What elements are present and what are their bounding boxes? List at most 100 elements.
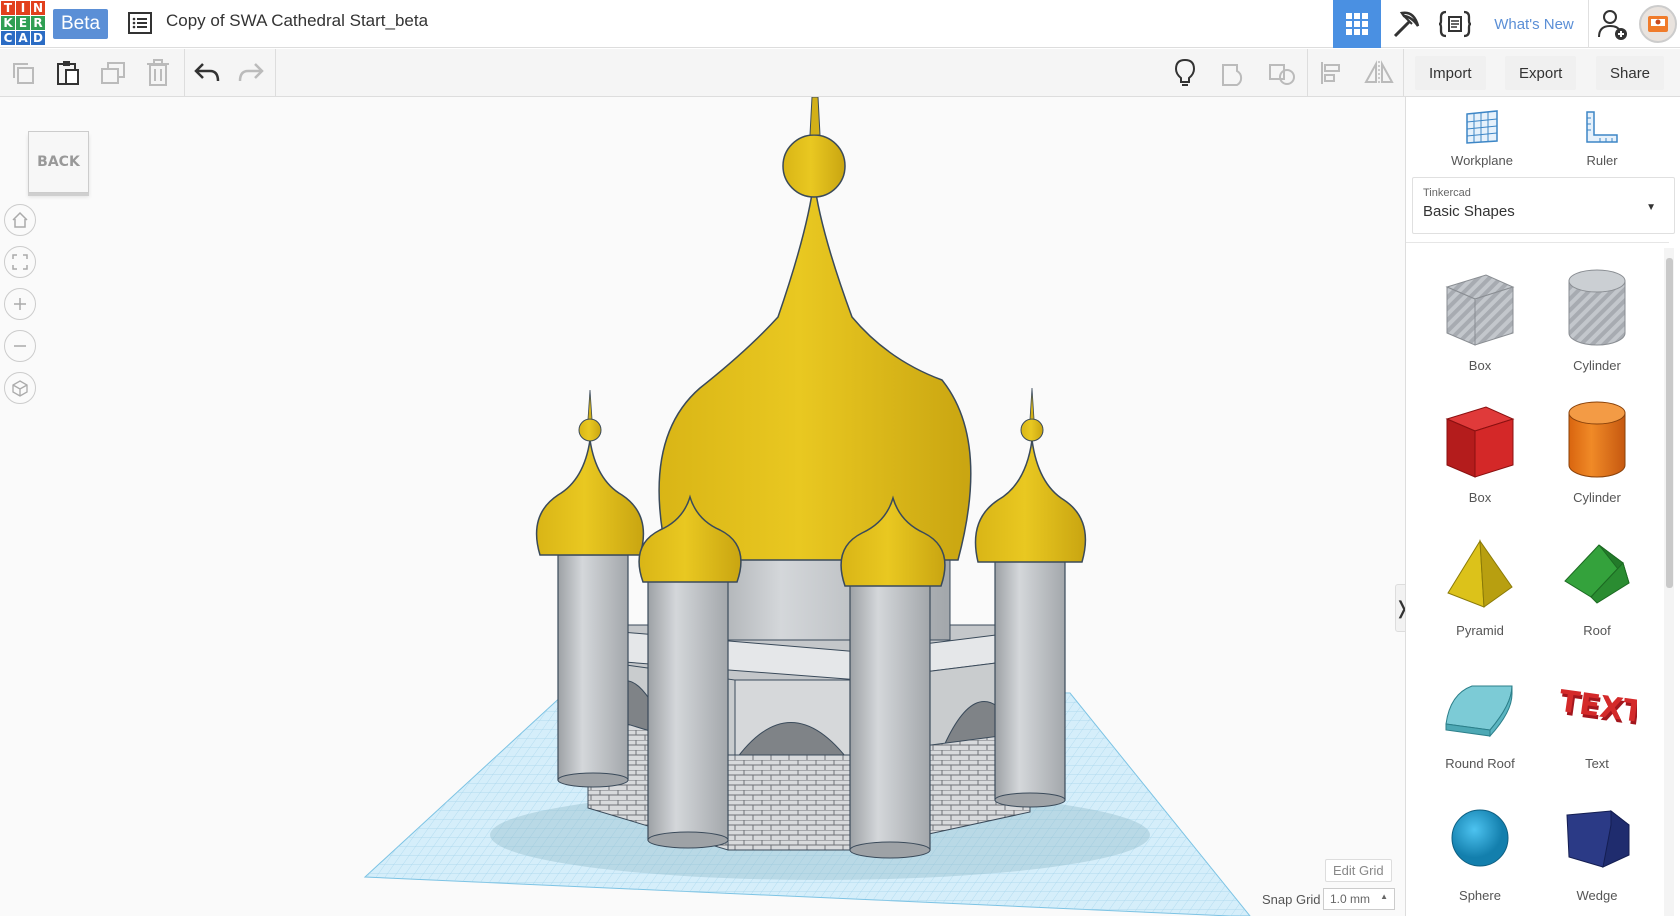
undo-button[interactable] [191, 57, 223, 89]
snap-grid-select[interactable]: 1.0 mm ▲ [1323, 888, 1395, 910]
shape-box-hole[interactable]: Box [1421, 258, 1539, 388]
zoom-in-button[interactable] [4, 288, 36, 320]
code-braces-icon [1438, 10, 1472, 38]
fit-view-button[interactable] [4, 246, 36, 278]
snap-grid-label: Snap Grid [1262, 892, 1321, 907]
workplane-label: Workplane [1451, 153, 1513, 168]
share-button[interactable]: Share [1596, 56, 1665, 90]
plus-icon [14, 298, 26, 310]
beta-badge[interactable]: Beta [53, 9, 109, 39]
shape-pyramid[interactable]: Pyramid [1421, 523, 1539, 653]
logo-letter: I [16, 1, 30, 15]
redo-icon [238, 63, 264, 82]
perspective-toggle-button[interactable] [4, 372, 36, 404]
document-title[interactable]: Copy of SWA Cathedral Start_beta [166, 11, 428, 31]
shape-library-select[interactable]: Tinkercad Basic Shapes ▼ [1412, 177, 1675, 234]
codeblocks-button[interactable] [1431, 0, 1479, 48]
delete-button[interactable] [142, 57, 174, 89]
logo-letter: D [31, 31, 45, 45]
box-hole-icon [1445, 274, 1515, 346]
duplicate-icon [101, 62, 125, 84]
undo-icon [194, 63, 220, 82]
home-view-button[interactable] [4, 204, 36, 236]
scene-canvas[interactable] [0, 97, 1405, 916]
shape-box[interactable]: Box [1421, 390, 1539, 520]
shape-label: Pyramid [1456, 623, 1504, 638]
roof-icon [1564, 544, 1630, 604]
edit-grid-button[interactable]: Edit Grid [1325, 859, 1392, 882]
zoom-out-button[interactable] [4, 330, 36, 362]
box-icon [1445, 406, 1515, 478]
view-cube-back-face[interactable]: BACK [28, 131, 89, 193]
snap-grid-value: 1.0 mm [1330, 892, 1371, 906]
pickaxe-icon [1393, 11, 1420, 38]
shape-text[interactable]: TEXT TEXT Text [1538, 656, 1656, 786]
shape-wedge[interactable]: Wedge [1538, 788, 1656, 916]
group-button[interactable] [1218, 57, 1250, 89]
shape-sphere[interactable]: Sphere [1421, 788, 1539, 916]
ungroup-button[interactable] [1266, 57, 1298, 89]
edit-toolbar: Import Export Share [0, 49, 1680, 97]
panel-scrollbar-thumb[interactable] [1666, 258, 1673, 588]
shape-round-roof[interactable]: Round Roof [1421, 656, 1539, 786]
tinkercad-logo[interactable]: T I N K E R C A D [0, 0, 45, 46]
shape-label: Round Roof [1445, 756, 1515, 771]
blocks-view-button[interactable] [1382, 0, 1430, 48]
toolbar-divider [184, 49, 185, 97]
library-name: Basic Shapes [1423, 203, 1515, 220]
logo-letter: C [1, 31, 15, 45]
main-dome[interactable] [658, 179, 972, 561]
collapse-panel-button[interactable]: ❭ [1394, 584, 1405, 632]
caret-down-icon: ▼ [1646, 202, 1656, 213]
user-avatar[interactable] [1636, 0, 1680, 48]
ungroup-icon [1269, 64, 1295, 85]
svg-text:TEXT: TEXT [1557, 684, 1637, 731]
shape-label: Box [1468, 490, 1492, 505]
group-icon [1222, 64, 1243, 86]
shape-roof[interactable]: Roof [1538, 523, 1656, 653]
front-left-tower[interactable] [647, 579, 729, 841]
shape-cylinder[interactable]: Cylinder [1538, 390, 1656, 520]
text-icon: TEXT TEXT [1557, 684, 1637, 731]
shape-label: Text [1585, 756, 1609, 771]
shape-label: Roof [1583, 623, 1611, 638]
mirror-button[interactable] [1363, 57, 1395, 89]
whats-new-link[interactable]: What's New [1482, 0, 1586, 48]
sphere-icon [1451, 809, 1509, 867]
shape-cylinder-hole[interactable]: Cylinder [1538, 258, 1656, 388]
redo-button[interactable] [235, 57, 267, 89]
ruler-label: Ruler [1586, 153, 1618, 168]
export-button[interactable]: Export [1505, 56, 1577, 90]
invite-user-button[interactable] [1588, 0, 1636, 48]
3d-view-button[interactable] [1333, 0, 1381, 48]
logo-letter: N [31, 1, 45, 15]
ruler-tool[interactable]: Ruler [1562, 107, 1642, 168]
toolbar-divider [275, 49, 276, 97]
logo-letter: E [16, 16, 30, 30]
pyramid-icon [1447, 539, 1513, 608]
design-list-icon[interactable] [127, 11, 153, 35]
notes-toggle-button[interactable] [1169, 57, 1201, 89]
shapes-panel: Workplane Ruler Tinkercad Basic Shapes ▼… [1405, 97, 1680, 916]
logo-letter: A [16, 31, 30, 45]
top-header: T I N K E R C A D Beta Copy of SWA Cathe… [0, 0, 1680, 48]
logo-letter: R [31, 16, 45, 30]
shape-grid: Box Cylinder Box Cylinder Pyramid Roof R… [1406, 242, 1669, 916]
front-right-tower[interactable] [849, 584, 931, 851]
paste-icon [57, 61, 79, 85]
lightbulb-icon [1174, 58, 1196, 86]
fit-view-icon [12, 254, 28, 270]
align-button[interactable] [1316, 57, 1348, 89]
logo-letter: T [1, 1, 15, 15]
import-button[interactable]: Import [1415, 56, 1486, 90]
toolbar-divider [1403, 49, 1404, 97]
copy-icon [13, 63, 34, 84]
duplicate-button[interactable] [97, 57, 129, 89]
workplane-tool[interactable]: Workplane [1442, 107, 1522, 168]
paste-button[interactable] [52, 57, 84, 89]
logo-letter: K [1, 16, 15, 30]
cylinder-hole-icon [1568, 269, 1626, 346]
3d-workplane-viewport[interactable]: BACK Edit Grid Snap Grid 1.0 mm ▲ ❭ [0, 97, 1405, 916]
toolbar-divider [1307, 49, 1308, 97]
copy-button[interactable] [7, 57, 39, 89]
